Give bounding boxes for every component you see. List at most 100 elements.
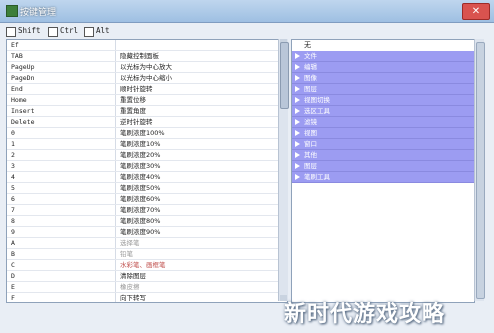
expand-arrow-icon[interactable] <box>295 152 300 158</box>
expand-arrow-icon[interactable] <box>295 119 300 125</box>
shortcut-row[interactable]: 8 笔刷浓度80% <box>7 216 279 227</box>
shortcut-action: 笔刷浓度30% <box>120 162 161 170</box>
shortcut-row[interactable]: End 顺时针旋转 <box>7 84 279 95</box>
shortcut-row[interactable]: Ef <box>7 40 279 51</box>
function-tree[interactable]: 无 文件 编辑 图像 图层 视图切换 选区工具 滤镜 视图 窗口 其他 图层 笔刷工具 <box>291 39 475 303</box>
shortcut-row[interactable]: B 铅笔 <box>7 249 279 260</box>
shortcut-key: TAB <box>11 52 23 60</box>
expand-arrow-icon[interactable] <box>295 97 300 103</box>
checkbox-box[interactable] <box>48 27 58 37</box>
shortcut-row[interactable]: 3 笔刷浓度30% <box>7 161 279 172</box>
shortcut-action: 清除图层 <box>120 272 146 280</box>
shortcut-key: 9 <box>11 228 15 236</box>
checkbox-box[interactable] <box>84 27 94 37</box>
shortcut-row[interactable]: 2 笔刷浓度20% <box>7 150 279 161</box>
shortcut-key: 5 <box>11 184 15 192</box>
shortcut-key: Insert <box>11 107 35 115</box>
shortcut-action: 铅笔 <box>120 250 133 258</box>
shortcut-row[interactable]: Home 重置位移 <box>7 95 279 106</box>
shortcut-row[interactable]: C 水彩笔、画框笔 <box>7 260 279 271</box>
expand-arrow-icon[interactable] <box>295 53 300 59</box>
shortcut-row[interactable]: TAB 隐藏控制面板 <box>7 51 279 62</box>
close-button[interactable]: ✕ <box>462 3 490 20</box>
shortcut-action: 向下转写 <box>120 294 146 302</box>
scrollbar-thumb[interactable] <box>280 42 289 109</box>
shortcut-action: 重置角度 <box>120 107 146 115</box>
tree-category-label: 视图 <box>304 129 317 137</box>
shortcut-key: 0 <box>11 129 15 137</box>
shortcut-row[interactable]: D 清除图层 <box>7 271 279 282</box>
tree-category[interactable]: 文件 <box>292 51 474 62</box>
expand-arrow-icon[interactable] <box>295 130 300 136</box>
shortcut-row[interactable]: 1 笔刷浓度10% <box>7 139 279 150</box>
shortcut-action: 笔刷浓度100% <box>120 129 165 137</box>
shortcut-key: Home <box>11 96 27 104</box>
watermark: 新时代游戏攻略 <box>284 302 446 327</box>
expand-arrow-icon[interactable] <box>295 75 300 81</box>
tree-category[interactable]: 其他 <box>292 150 474 161</box>
shortcut-action: 逆时针旋转 <box>120 118 153 126</box>
tree-category[interactable]: 编辑 <box>292 62 474 73</box>
shortcut-row[interactable]: 6 笔刷浓度60% <box>7 194 279 205</box>
checkbox-label: Shift <box>18 26 41 35</box>
tree-category[interactable]: 窗口 <box>292 139 474 150</box>
shortcut-key: F <box>11 294 15 302</box>
tree-category[interactable]: 滤镜 <box>292 117 474 128</box>
checkbox-label: Ctrl <box>60 26 79 35</box>
tree-category-label: 图层 <box>304 85 317 93</box>
shortcut-key: E <box>11 283 15 291</box>
expand-arrow-icon[interactable] <box>295 163 300 169</box>
tree-category[interactable]: 视图 <box>292 128 474 139</box>
shortcut-action: 笔刷浓度10% <box>120 140 161 148</box>
shortcut-key: C <box>11 261 15 269</box>
shortcut-key: Delete <box>11 118 35 126</box>
tree-category-label: 图层 <box>304 162 317 170</box>
tree-category-label: 视图切换 <box>304 96 330 104</box>
function-tree-scrollbar[interactable] <box>474 39 485 301</box>
tree-category[interactable]: 视图切换 <box>292 95 474 106</box>
shortcut-row[interactable]: 4 笔刷浓度40% <box>7 172 279 183</box>
shortcut-row[interactable]: F 向下转写 <box>7 293 279 302</box>
tree-category[interactable]: 图层 <box>292 161 474 172</box>
expand-arrow-icon[interactable] <box>295 108 300 114</box>
shortcut-key: 3 <box>11 162 15 170</box>
shortcut-row[interactable]: PageDn 以光标为中心缩小 <box>7 73 279 84</box>
shortcut-list-scrollbar[interactable] <box>278 39 289 301</box>
shortcut-row[interactable]: Insert 重置角度 <box>7 106 279 117</box>
shortcut-action: 重置位移 <box>120 96 146 104</box>
shortcut-row[interactable]: PageUp 以光标为中心放大 <box>7 62 279 73</box>
window-title: 按键管理 <box>20 8 57 18</box>
scrollbar-thumb[interactable] <box>476 42 485 299</box>
shortcut-row[interactable]: E 橡皮擦 <box>7 282 279 293</box>
shortcut-key: 8 <box>11 217 15 225</box>
shortcut-list[interactable]: Ef TAB 隐藏控制面板 PageUp 以光标为中心放大 PageDn 以光标为中心缩小 E… <box>6 39 288 303</box>
shortcut-key: B <box>11 250 15 258</box>
shortcut-action: 顺时针旋转 <box>120 85 153 93</box>
shortcut-row[interactable]: 5 笔刷浓度50% <box>7 183 279 194</box>
tree-category-label: 窗口 <box>304 140 317 148</box>
checkbox-box[interactable] <box>6 27 16 37</box>
shortcut-row[interactable]: A 选择笔 <box>7 238 279 249</box>
expand-arrow-icon[interactable] <box>295 141 300 147</box>
tree-category[interactable]: 图层 <box>292 84 474 95</box>
tree-header-label: 无 <box>304 41 311 49</box>
tree-category-label: 其他 <box>304 151 317 159</box>
expand-arrow-icon[interactable] <box>295 174 300 180</box>
tree-category[interactable]: 选区工具 <box>292 106 474 117</box>
tree-category-label: 图像 <box>304 74 317 82</box>
shortcut-row[interactable]: Delete 逆时针旋转 <box>7 117 279 128</box>
shortcut-key: End <box>11 85 23 93</box>
shortcut-row[interactable]: 0 笔刷浓度100% <box>7 128 279 139</box>
shortcut-key: Ef <box>11 41 19 49</box>
shortcut-key: 1 <box>11 140 15 148</box>
shortcut-row[interactable]: 7 笔刷浓度70% <box>7 205 279 216</box>
expand-arrow-icon[interactable] <box>295 64 300 70</box>
tree-category[interactable]: 图像 <box>292 73 474 84</box>
checkbox-label: Alt <box>96 26 110 35</box>
shortcut-row[interactable]: 9 笔刷浓度90% <box>7 227 279 238</box>
tree-category[interactable]: 笔刷工具 <box>292 172 474 183</box>
expand-arrow-icon[interactable] <box>295 86 300 92</box>
shortcut-key: 6 <box>11 195 15 203</box>
shortcut-key: 2 <box>11 151 15 159</box>
shortcut-action: 笔刷浓度50% <box>120 184 161 192</box>
